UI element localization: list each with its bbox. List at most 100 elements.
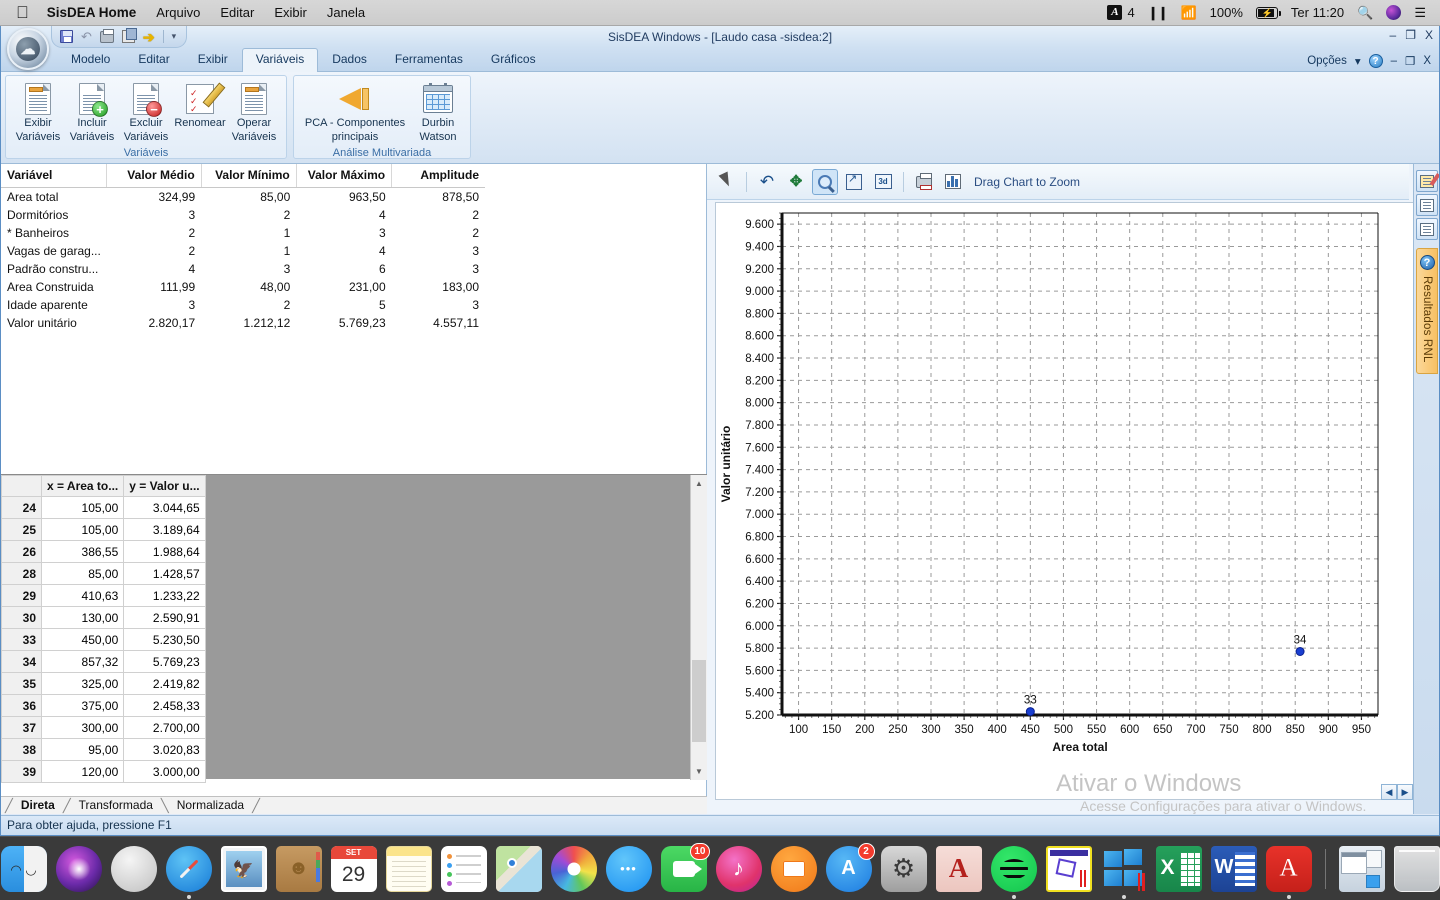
undo-zoom-button[interactable]: ↶ (754, 169, 780, 195)
adobe-status-icon[interactable]: A 4 (1107, 5, 1135, 20)
export-icon[interactable]: ➔ (143, 30, 155, 44)
operar-variaveis-button[interactable]: Operar Variáveis (228, 80, 280, 146)
table-row[interactable]: Idade aparente 3 2 5 3 (1, 296, 485, 314)
copy-icon[interactable] (121, 28, 137, 43)
menu-arquivo[interactable]: Arquivo (156, 5, 200, 20)
report2-button[interactable] (1415, 218, 1438, 240)
resultados-rnl-tab[interactable]: ? Resultados RNL (1416, 248, 1438, 374)
apple-icon[interactable]:  (16, 4, 29, 21)
dock-icon-spotify[interactable] (990, 845, 1037, 899)
dock-icon-system-preferences[interactable] (880, 845, 927, 892)
pause-icon[interactable]: ❙❙ (1148, 5, 1169, 21)
scroll-up-button[interactable]: ▲ (691, 475, 707, 492)
mdi-restore-button[interactable]: ❐ (1405, 54, 1415, 68)
dock-icon-safari[interactable] (165, 845, 212, 899)
durbin-watson-button[interactable]: Durbin Watson (412, 80, 464, 146)
wifi-icon[interactable]: 📶 (1180, 5, 1196, 21)
table-row[interactable]: * Banheiros 2 1 3 2 (1, 224, 485, 242)
tab-normalizada[interactable]: Normalizada (169, 797, 252, 814)
menu-editar[interactable]: Editar (220, 5, 254, 20)
dock-icon-stack[interactable] (1338, 845, 1385, 892)
menu-janela[interactable]: Janela (327, 5, 365, 20)
grid-row[interactable]: 35 325,00 2.419,82 (1, 672, 206, 695)
spotlight-search-icon[interactable]: 🔍 (1357, 5, 1373, 21)
dock-icon-windows[interactable] (1101, 846, 1147, 899)
battery-icon[interactable]: ⚡ (1255, 6, 1281, 19)
dock-icon-word[interactable]: W (1210, 845, 1257, 892)
grid-row[interactable]: 33 450,00 5.230,50 (1, 628, 206, 651)
tab-direta[interactable]: Direta (13, 797, 63, 814)
control-center-icon[interactable]: ☰ (1414, 5, 1426, 21)
col-header-valor-maximo[interactable]: Valor Máximo (296, 164, 393, 188)
help-icon[interactable]: ? (1368, 54, 1383, 68)
tab-ferramentas[interactable]: Ferramentas (381, 48, 477, 71)
dock-icon-itunes[interactable] (715, 845, 762, 892)
grid-row[interactable]: 28 85,00 1.428,57 (1, 562, 206, 585)
table-row[interactable]: Area total 324,99 85,00 963,50 878,50 (1, 188, 485, 207)
grid-vertical-scrollbar[interactable]: ▲ ▼ (690, 475, 707, 780)
grid-row[interactable]: 37 300,00 2.700,00 (1, 716, 206, 739)
dock-icon-mail[interactable]: 🦅 (220, 845, 267, 892)
col-header-valor-medio[interactable]: Valor Médio (106, 164, 202, 188)
pointer-tool-button[interactable] (713, 169, 739, 195)
dock-icon-sisdea[interactable] (1045, 845, 1092, 892)
dock-icon-facetime[interactable]: 10 (660, 842, 710, 892)
qat-dropdown-icon[interactable]: ▾ (172, 31, 177, 42)
menu-exibir[interactable]: Exibir (274, 5, 307, 20)
col-header-valor-minimo[interactable]: Valor Mínimo (201, 164, 297, 188)
chevron-down-icon[interactable]: ▾ (1355, 54, 1361, 68)
print-chart-button[interactable] (911, 169, 937, 195)
undo-icon[interactable]: ↶ (81, 30, 92, 43)
excluir-variaveis-button[interactable]: − Excluir Variáveis (120, 80, 172, 146)
dock-icon-notes[interactable] (385, 845, 432, 892)
grid-col-header-y[interactable]: y = Valor u... (123, 475, 206, 497)
grid-row[interactable]: 34 857,32 5.769,23 (1, 650, 206, 673)
grid-row[interactable]: 25 105,00 3.189,64 (1, 518, 206, 541)
table-row[interactable]: Vagas de garag... 2 1 4 3 (1, 242, 485, 260)
mdi-close-button[interactable]: X (1423, 55, 1431, 67)
grid-corner-cell[interactable] (1, 475, 42, 497)
dock-icon-excel[interactable]: X (1155, 845, 1202, 892)
dock-icon-finder[interactable]: ◠ ◡ (0, 845, 47, 892)
col-header-amplitude[interactable]: Amplitude (391, 164, 485, 188)
window-minimize-button[interactable]: ‒ (1390, 28, 1397, 42)
tab-graficos[interactable]: Gráficos (477, 48, 550, 71)
tab-dados[interactable]: Dados (318, 48, 381, 71)
clock[interactable]: Ter 11:20 (1291, 5, 1344, 20)
scrollbar-thumb[interactable] (692, 660, 706, 742)
dock-icon-photos[interactable] (550, 845, 597, 892)
dock-icon-contacts[interactable]: ☻ (275, 845, 322, 892)
grid-row[interactable]: 29 410,63 1.233,22 (1, 584, 206, 607)
table-row[interactable]: Area Construida 111,99 48,00 231,00 183,00 (1, 278, 485, 296)
report-button[interactable] (1415, 194, 1438, 216)
dock-icon-maps[interactable] (495, 845, 542, 892)
dock-icon-trash[interactable] (1393, 845, 1440, 892)
siri-icon[interactable] (1386, 5, 1402, 20)
dock-icon-acrobat[interactable] (1265, 845, 1312, 899)
grid-row[interactable]: 24 105,00 3.044,65 (1, 496, 206, 519)
active-app-name[interactable]: SisDEA Home (47, 5, 137, 20)
dock-icon-autocad[interactable] (935, 845, 982, 892)
tab-variaveis[interactable]: Variáveis (241, 48, 319, 72)
dock-icon-books[interactable] (770, 845, 817, 892)
table-row[interactable]: Valor unitário 2.820,17 1.212,12 5.769,23 4.… (1, 314, 485, 332)
scatter-chart[interactable]: 5.200 5.400 5.600 5.800 6.000 6.200 6.400 6.600… (715, 202, 1417, 800)
save-icon[interactable] (60, 30, 73, 43)
grid-row[interactable]: 30 130,00 2.590,91 (1, 606, 206, 629)
tab-transformada[interactable]: Transformada (71, 797, 161, 814)
incluir-variaveis-button[interactable]: + Incluir Variáveis (66, 80, 118, 146)
grid-row[interactable]: 39 120,00 3.000,00 (1, 760, 206, 783)
dock-icon-launchpad[interactable] (110, 845, 157, 892)
options-menu-button[interactable]: Opções (1307, 55, 1347, 67)
dock-icon-reminders[interactable] (440, 845, 487, 892)
tab-modelo[interactable]: Modelo (57, 48, 124, 71)
tab-exibir[interactable]: Exibir (184, 48, 242, 71)
chart-scroll-right-button[interactable]: ▶ (1397, 784, 1413, 800)
zoom-tool-button[interactable] (812, 168, 838, 195)
three-d-tool-button[interactable]: 3d (870, 169, 896, 195)
pca-componentes-principais-button[interactable]: PCA - Componentes principais (300, 80, 410, 146)
dock-icon-calendar[interactable]: SET 29 (330, 845, 377, 892)
chart-scroll-left-button[interactable]: ◀ (1381, 784, 1397, 800)
window-restore-button[interactable]: ❐ (1405, 28, 1416, 42)
dock-icon-siri[interactable] (55, 845, 102, 892)
